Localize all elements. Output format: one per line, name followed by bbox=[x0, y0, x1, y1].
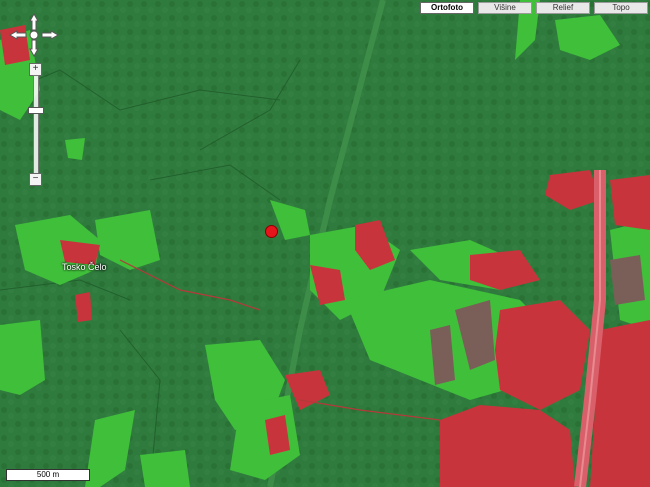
zoom-slider-track[interactable] bbox=[33, 75, 39, 177]
pan-right-icon bbox=[41, 30, 60, 40]
map-canvas[interactable]: Tosko Čelo + − Ortofoto Višine Relief To… bbox=[0, 0, 650, 487]
map-imagery bbox=[0, 0, 650, 487]
pan-control[interactable] bbox=[6, 12, 62, 58]
pan-up-icon bbox=[29, 12, 39, 31]
scale-bar: 500 m bbox=[6, 469, 90, 481]
pan-left-icon bbox=[8, 30, 27, 40]
pan-arrows-icon[interactable] bbox=[8, 12, 60, 58]
pan-center-icon bbox=[29, 30, 39, 40]
layer-tab-visine[interactable]: Višine bbox=[478, 2, 532, 14]
pan-down-icon bbox=[29, 39, 39, 58]
place-label: Tosko Čelo bbox=[62, 262, 107, 272]
zoom-out-button[interactable]: − bbox=[29, 173, 42, 186]
layer-tab-topo[interactable]: Topo bbox=[594, 2, 648, 14]
layer-tab-relief[interactable]: Relief bbox=[536, 2, 590, 14]
location-marker[interactable] bbox=[265, 225, 278, 238]
layer-tab-ortofoto[interactable]: Ortofoto bbox=[420, 2, 474, 14]
zoom-control[interactable]: + − bbox=[27, 63, 44, 186]
layer-switcher: Ortofoto Višine Relief Topo bbox=[420, 2, 648, 14]
zoom-slider-thumb[interactable] bbox=[28, 107, 44, 114]
